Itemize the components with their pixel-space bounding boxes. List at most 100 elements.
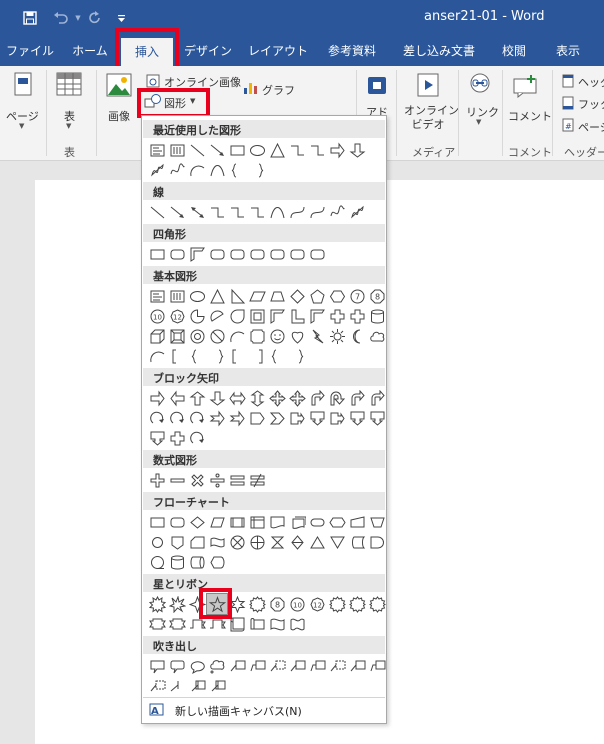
shape-mneq[interactable] bbox=[247, 470, 267, 490]
shape-arc[interactable] bbox=[187, 160, 207, 180]
shape-donut[interactable] bbox=[187, 326, 207, 346]
shape-vtext[interactable] bbox=[167, 286, 187, 306]
shape-fcOff[interactable] bbox=[167, 532, 187, 552]
shape-aLR[interactable] bbox=[227, 388, 247, 408]
shape-fcAlt[interactable] bbox=[167, 512, 187, 532]
tab-view[interactable]: 表示 bbox=[546, 36, 590, 66]
shape-dwave[interactable] bbox=[287, 614, 307, 634]
page-dropdown-icon[interactable]: ▼ bbox=[19, 122, 24, 130]
tab-insert[interactable]: 挿入 bbox=[121, 38, 173, 66]
shape-burst2[interactable] bbox=[167, 594, 187, 614]
shape-pent[interactable] bbox=[307, 286, 327, 306]
shape-cLineD[interactable] bbox=[327, 656, 347, 676]
shape-cBox[interactable] bbox=[187, 676, 207, 696]
shape-elbow[interactable] bbox=[207, 202, 227, 222]
shape-fcData[interactable] bbox=[207, 512, 227, 532]
shape-brace[interactable] bbox=[187, 346, 207, 366]
shape-notch[interactable] bbox=[227, 408, 247, 428]
online-video-icon[interactable] bbox=[416, 72, 440, 101]
shape-calloutR[interactable] bbox=[327, 408, 347, 428]
shape-cyl[interactable] bbox=[367, 306, 387, 326]
shape-cRRect[interactable] bbox=[167, 656, 187, 676]
shapes-label[interactable]: 図形 bbox=[164, 95, 186, 111]
shape-halfframe[interactable] bbox=[187, 244, 207, 264]
shape-calloutD[interactable] bbox=[347, 408, 367, 428]
tab-mailings[interactable]: 差し込み文書 bbox=[394, 36, 484, 66]
shape-sun[interactable] bbox=[327, 326, 347, 346]
shape-lshape[interactable] bbox=[287, 306, 307, 326]
shape-seal[interactable] bbox=[247, 594, 267, 614]
customize-icon[interactable] bbox=[114, 8, 128, 28]
online-video-label[interactable]: オンライン ビデオ bbox=[404, 104, 459, 132]
shape-brace2[interactable] bbox=[287, 346, 307, 366]
shape-arrowline[interactable] bbox=[167, 202, 187, 222]
shape-fcMag[interactable] bbox=[167, 552, 187, 572]
addin-store-icon[interactable] bbox=[366, 74, 388, 99]
shape-cCloud[interactable] bbox=[207, 656, 227, 676]
shape-fcConn[interactable] bbox=[147, 532, 167, 552]
shape-fcTerm[interactable] bbox=[307, 512, 327, 532]
undo-dropdown-icon[interactable]: ▼ bbox=[74, 8, 82, 28]
shape-aUturn[interactable] bbox=[327, 388, 347, 408]
shape-mplus[interactable] bbox=[147, 470, 167, 490]
shape-free[interactable] bbox=[167, 160, 187, 180]
shape-fcCard[interactable] bbox=[187, 532, 207, 552]
shape-diam[interactable] bbox=[287, 286, 307, 306]
shape-noent[interactable] bbox=[207, 326, 227, 346]
shape-smiley[interactable] bbox=[267, 326, 287, 346]
shape-pie[interactable] bbox=[187, 306, 207, 326]
shape-brace2[interactable] bbox=[207, 346, 227, 366]
shape-cLine[interactable] bbox=[227, 656, 247, 676]
shape-fcDelay[interactable] bbox=[367, 532, 387, 552]
save-icon[interactable] bbox=[20, 8, 40, 28]
shapes-icon[interactable] bbox=[144, 94, 162, 111]
shape-pentarrow[interactable] bbox=[247, 408, 267, 428]
shape-cLineD[interactable] bbox=[267, 656, 287, 676]
shape-num10[interactable]: 10 bbox=[147, 306, 167, 326]
shape-cLine[interactable] bbox=[287, 656, 307, 676]
shape-scrollH[interactable] bbox=[247, 614, 267, 634]
shape-oval[interactable] bbox=[247, 140, 267, 160]
shape-mdiv[interactable] bbox=[207, 470, 227, 490]
shape-elbow[interactable] bbox=[247, 202, 267, 222]
shape-fcPrep[interactable] bbox=[327, 512, 347, 532]
shape-rect[interactable] bbox=[147, 244, 167, 264]
footer-icon[interactable] bbox=[562, 96, 574, 113]
shape-notch[interactable] bbox=[207, 408, 227, 428]
shape-arrowline[interactable] bbox=[207, 140, 227, 160]
shape-scurve[interactable] bbox=[287, 202, 307, 222]
shape-ribbon2[interactable] bbox=[187, 614, 207, 634]
shape-seal[interactable] bbox=[327, 594, 347, 614]
shape-calloutD[interactable] bbox=[147, 428, 167, 448]
shape-free[interactable] bbox=[327, 202, 347, 222]
shape-brace[interactable] bbox=[267, 346, 287, 366]
shape-hex[interactable] bbox=[327, 286, 347, 306]
shape-ribbon[interactable] bbox=[167, 614, 187, 634]
shape-moon[interactable] bbox=[347, 326, 367, 346]
shape-cLineD[interactable] bbox=[147, 676, 167, 696]
shape-aBent[interactable] bbox=[307, 388, 327, 408]
shape-num12[interactable]: 12 bbox=[167, 306, 187, 326]
shape-scrib[interactable] bbox=[147, 160, 167, 180]
shape-calloutD[interactable] bbox=[367, 408, 387, 428]
shape-num8[interactable]: 8 bbox=[267, 594, 287, 614]
table-icon[interactable] bbox=[56, 72, 82, 99]
shape-arc[interactable] bbox=[147, 346, 167, 366]
shape-cLine[interactable] bbox=[347, 656, 367, 676]
shape-fcSort[interactable] bbox=[287, 532, 307, 552]
shape-cLine2[interactable] bbox=[367, 656, 387, 676]
shape-fcStore[interactable] bbox=[347, 532, 367, 552]
page-number-label[interactable]: ページ bbox=[578, 119, 604, 135]
shape-oval[interactable] bbox=[187, 286, 207, 306]
shape-line[interactable] bbox=[147, 202, 167, 222]
shape-rect[interactable] bbox=[227, 140, 247, 160]
shape-fcDec[interactable] bbox=[187, 512, 207, 532]
table-dropdown-icon[interactable]: ▼ bbox=[66, 122, 71, 130]
shape-star6[interactable] bbox=[227, 594, 247, 614]
shape-halfframe[interactable] bbox=[307, 306, 327, 326]
shape-scrollV[interactable] bbox=[227, 614, 247, 634]
shapes-dropdown-icon[interactable]: ▼ bbox=[190, 97, 195, 105]
shape-vtext[interactable] bbox=[167, 140, 187, 160]
shape-mminus[interactable] bbox=[167, 470, 187, 490]
shape-cube[interactable] bbox=[147, 326, 167, 346]
